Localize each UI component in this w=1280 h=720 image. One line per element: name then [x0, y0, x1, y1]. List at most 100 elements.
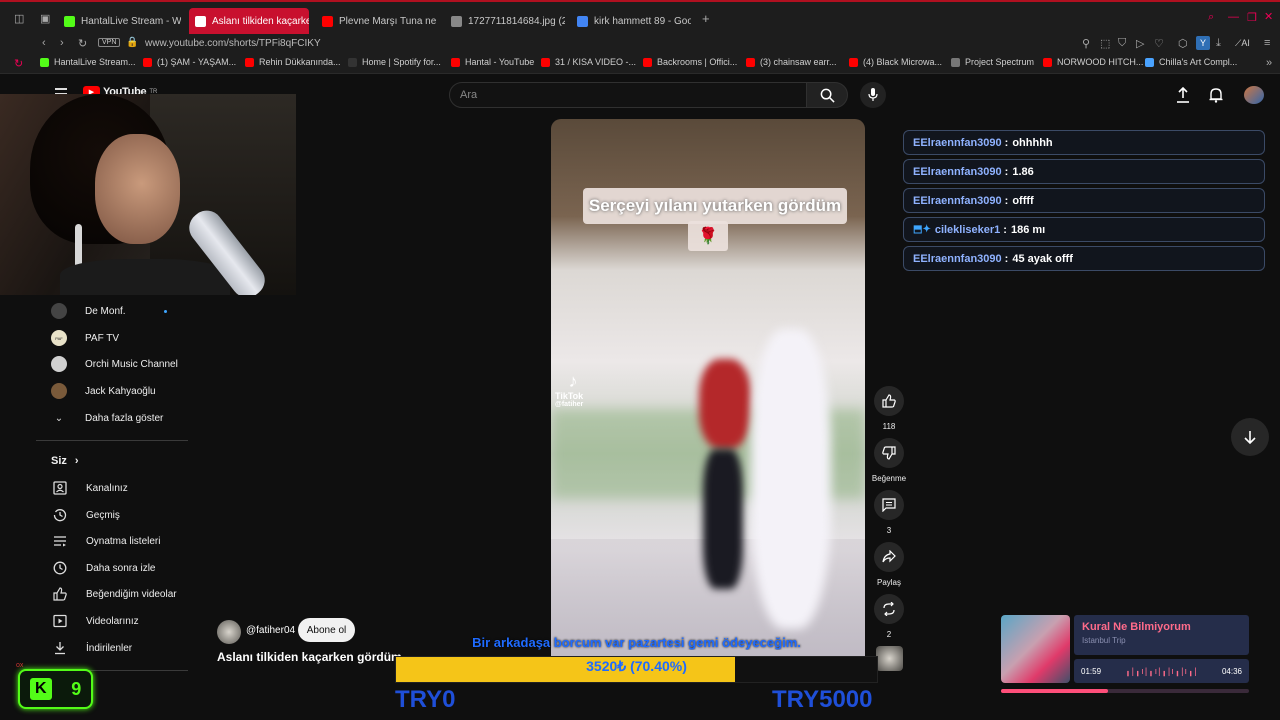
tab-4[interactable]: 1727711814684.jpg (200×2 [445, 8, 565, 34]
sidebar-item-video[interactable]: Videolarınız [52, 611, 139, 631]
play-icon[interactable]: ▷ [1136, 37, 1144, 50]
profile-icon[interactable]: Y [1196, 36, 1210, 50]
sound-thumbnail[interactable] [876, 646, 903, 671]
workspace-icon[interactable]: ▣ [40, 12, 50, 25]
url-text[interactable]: www.youtube.com/shorts/TPFi8qFCIKY [145, 38, 321, 49]
comment-icon [882, 498, 896, 512]
subscription-label: PAF TV [85, 332, 120, 344]
bookmark-item[interactable]: (3) chainsaw earr... [746, 57, 837, 67]
search-button[interactable] [806, 82, 848, 108]
sidebar-item-label: Geçmiş [86, 509, 120, 521]
heart-icon[interactable]: ♡ [1154, 37, 1164, 50]
lock-icon[interactable]: 🔒 [126, 37, 138, 48]
share-button[interactable]: Paylaş [873, 542, 905, 587]
ai-button[interactable]: ⟋AI [1235, 38, 1250, 49]
minimize-icon[interactable]: — [1228, 11, 1239, 23]
downloads-icon[interactable]: ⤓ [1216, 37, 1221, 50]
chat-username: EElraennfan3090 [913, 194, 1002, 207]
music-progress-fill [1001, 689, 1108, 693]
microphone-icon [868, 88, 878, 101]
snapshot-icon[interactable]: ⬚ [1100, 37, 1110, 50]
remix-button[interactable]: 2 [873, 594, 905, 639]
bookmark-item[interactable]: Project Spectrum [951, 57, 1034, 67]
tab-1[interactable]: HantalLive Stream - Watch [58, 8, 181, 34]
tab-3[interactable]: Plevne Marşı Tuna nehri ak [316, 8, 436, 34]
sidebar-subscription[interactable]: Orchi Music Channel [51, 354, 178, 374]
reload-icon[interactable]: ↻ [78, 37, 87, 50]
bookmark-item[interactable]: Backrooms | Offici... [643, 57, 737, 67]
bookmark-item[interactable]: Chilla's Art Compl... [1145, 57, 1237, 67]
dislike-button[interactable]: Beğenme [871, 438, 907, 483]
sidebar-item-clock[interactable]: Daha sonra izle [52, 558, 155, 578]
chat-text: 186 mı [1010, 223, 1046, 236]
bookmarks-overflow-icon[interactable]: » [1266, 57, 1272, 69]
bookmark-label: Project Spectrum [965, 57, 1035, 67]
forward-icon[interactable]: › [60, 37, 64, 49]
sidebar-item-channel[interactable]: Kanalınız [52, 478, 128, 498]
chat-message: EElraennfan3090:45 ayak offf [903, 246, 1265, 271]
upload-icon[interactable] [1176, 87, 1190, 103]
bookmark-item[interactable]: (1) ŞAM - YAŞAM... [143, 57, 236, 67]
show-more-button[interactable]: ⌄ Daha fazla göster [51, 408, 164, 428]
video-person-white [751, 329, 831, 629]
maximize-icon[interactable]: ❐ [1247, 11, 1257, 24]
short-video-player[interactable]: Serçeyi yılanı yutarken gördüm 🌹 ♪ TikTo… [551, 119, 865, 659]
shield-icon[interactable]: ⛉ [1118, 37, 1126, 50]
clock-icon [52, 560, 68, 576]
comments-button[interactable]: 3 [873, 490, 905, 535]
back-icon[interactable]: ‹ [42, 37, 46, 49]
next-short-button[interactable] [1231, 418, 1269, 456]
bookmark-item[interactable]: Hantal - YouTube [451, 57, 534, 67]
bookmark-item[interactable]: HantalLive Stream... [40, 57, 136, 67]
tab-label: Aslanı tilkiden kaçarken gö [212, 15, 309, 27]
bookmark-label: HantalLive Stream... [54, 57, 136, 67]
sidebar-item-playlist[interactable]: Oynatma listeleri [52, 531, 160, 551]
music-total-time: 04:36 [1221, 666, 1242, 676]
chat-badge-icon: ⬒✦ [913, 224, 931, 235]
bookmark-favicon-icon [541, 57, 550, 67]
dislike-label: Beğenme [871, 474, 907, 483]
extensions-icon[interactable]: ⬡ [1178, 37, 1188, 50]
sidebar-item-download[interactable]: İndirilenler [52, 638, 132, 658]
tab-label: HantalLive Stream - Watch [81, 15, 181, 27]
bookmark-favicon-icon [643, 57, 652, 67]
music-time-row: 01:59 ╻|╻ı|╻ı|╻|ı╻|ı╻| 04:36 [1074, 659, 1249, 683]
bookmark-item[interactable]: 31 / KISA VIDEO -... [541, 57, 636, 67]
bookmark-item[interactable]: Home | Spotify for... [348, 57, 441, 67]
hamburger-icon[interactable]: ≡ [1264, 37, 1270, 49]
pin-icon[interactable]: ⚲ [1082, 37, 1090, 50]
channel-handle[interactable]: @fatiher04 [246, 625, 295, 636]
sidebar-subscription[interactable]: PAF PAF TV [51, 328, 119, 348]
voice-search-button[interactable] [860, 82, 886, 108]
subscribe-button[interactable]: Abone ol [298, 618, 355, 642]
sidebar-subscription[interactable]: De Monf. [51, 301, 167, 321]
notifications-icon[interactable] [1209, 87, 1223, 103]
sidebar-subscription[interactable]: Jack Kahyaoğlu [51, 381, 156, 401]
vpn-badge[interactable]: VPN [98, 38, 121, 47]
kick-viewer-widget: K 9 [18, 669, 93, 709]
tab-2[interactable]: Aslanı tilkiden kaçarken gö [189, 8, 309, 34]
browser-menu-icon[interactable]: ◫ [14, 12, 24, 25]
bookmark-item[interactable]: (4) Black Microwa... [849, 57, 942, 67]
sidebar-item-thumb-up[interactable]: Beğendiğim videolar [52, 584, 177, 604]
search-tabs-icon[interactable]: ⌕ [1208, 11, 1214, 24]
speed-dial-icon[interactable]: ↻ [14, 57, 23, 70]
new-tab-button[interactable]: + [702, 11, 710, 26]
tab-5[interactable]: kirk hammett 89 - Google'd [571, 8, 691, 34]
chat-message: ⬒✦ cilekliseker1:186 mı [903, 217, 1265, 242]
bookmark-item[interactable]: NORWOOD HITCH... [1043, 57, 1143, 67]
like-button[interactable]: 118 [873, 386, 905, 431]
account-avatar[interactable] [1244, 86, 1264, 104]
close-window-icon[interactable]: ✕ [1264, 10, 1273, 23]
channel-avatar[interactable] [217, 620, 241, 644]
sidebar-item-history[interactable]: Geçmiş [52, 505, 120, 525]
bookmark-favicon-icon [951, 57, 960, 67]
thumb-down-icon [882, 446, 896, 460]
bookmark-favicon-icon [451, 57, 460, 67]
thumb-up-icon [52, 586, 68, 602]
bookmark-item[interactable]: Rehin Dükkanında... [245, 57, 341, 67]
search-input[interactable]: Ara [449, 82, 807, 108]
sidebar-you-header[interactable]: Siz › [51, 455, 79, 467]
ai-label: AI [1241, 38, 1250, 48]
remix-icon [883, 602, 895, 616]
